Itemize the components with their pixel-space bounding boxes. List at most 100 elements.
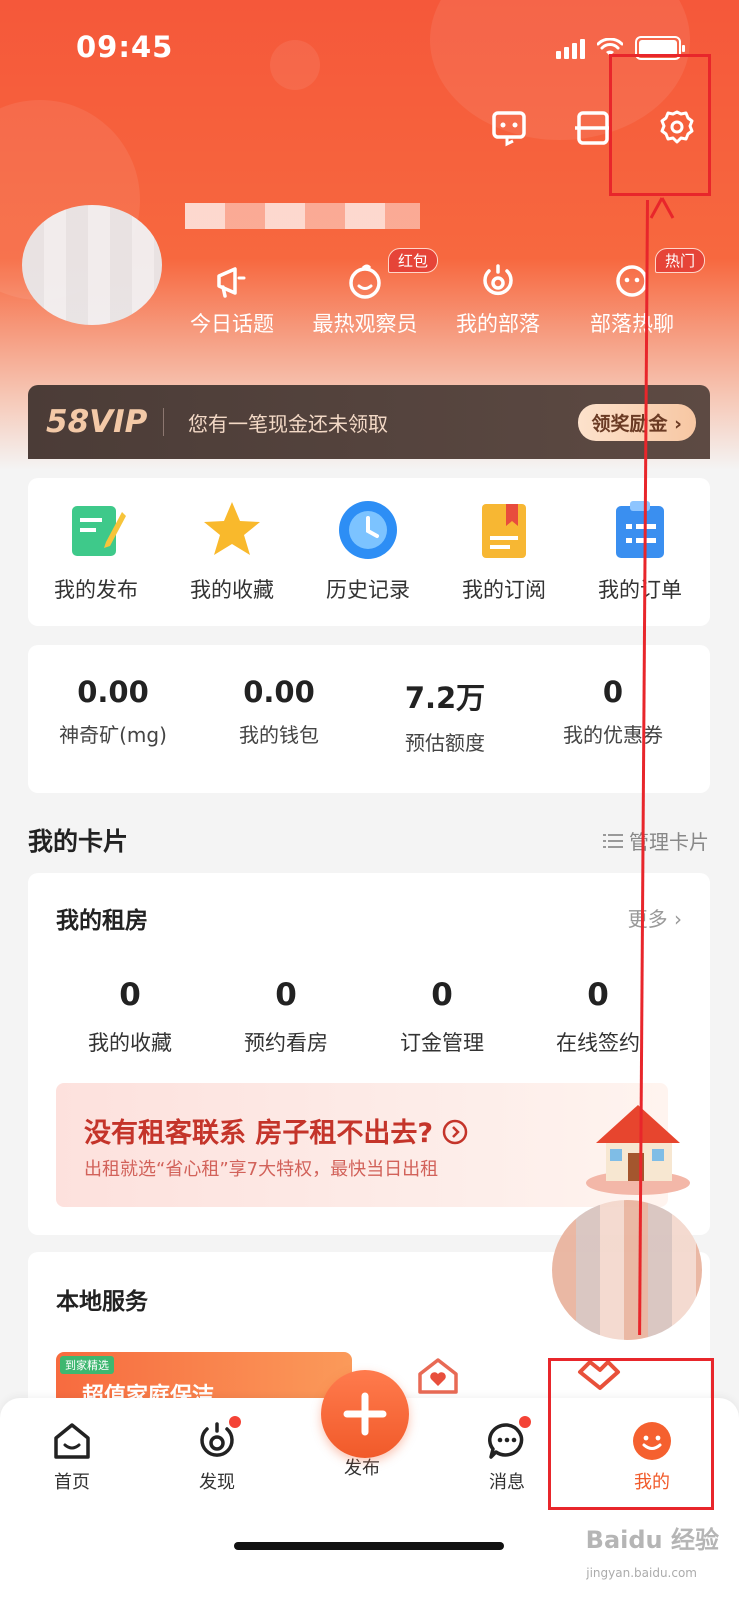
- hot-badge: 热门: [655, 248, 706, 273]
- rent-promo-banner[interactable]: 没有租客联系 房子租不出去? 出租就选“省心租”享7大特权，最快当日出租: [56, 1083, 690, 1207]
- stat-label: 神奇矿(mg): [59, 723, 167, 747]
- annotation-arrow-head: [649, 197, 675, 219]
- status-time: 09:45: [76, 30, 174, 64]
- menu-history[interactable]: 历史记录: [300, 498, 436, 604]
- signal-icon: [556, 37, 585, 59]
- tab-label: 发现: [199, 1472, 235, 1493]
- quick-link-label: 我的部落: [456, 312, 540, 336]
- menu-my-posts[interactable]: 我的发布: [28, 498, 164, 604]
- section-title: 我的卡片: [28, 827, 129, 856]
- arrow-circle-icon: [443, 1119, 468, 1145]
- home-icon: [54, 1423, 90, 1459]
- floating-promo[interactable]: [552, 1200, 702, 1340]
- stat-credit-limit[interactable]: 7.2万 预估额度: [360, 675, 530, 756]
- stat-value: 0: [119, 977, 141, 1013]
- decor-bubble: [270, 40, 320, 90]
- vip-message: 您有一笔现金还未领取: [188, 411, 388, 436]
- tribe-icon: [483, 264, 513, 296]
- avatar[interactable]: [22, 205, 162, 325]
- rent-stat-sign[interactable]: 0 在线签约: [523, 977, 673, 1057]
- vip-banner[interactable]: 58VIP 您有一笔现金还未领取 领奖励金 ›: [28, 385, 710, 459]
- shortcut-menu: 我的发布 我的收藏 历史记录 我的订阅 我的订单: [28, 478, 710, 626]
- quick-link-label: 部落热聊: [590, 312, 674, 336]
- stat-label: 我的收藏: [88, 1031, 172, 1055]
- stat-magic-ore[interactable]: 0.00 神奇矿(mg): [28, 675, 198, 748]
- notification-dot: [519, 1416, 531, 1428]
- local-services-title: 本地服务: [56, 1289, 148, 1315]
- quick-link-my-tribe[interactable]: 我的部落: [438, 262, 558, 338]
- tab-label: 首页: [54, 1472, 90, 1493]
- plus-icon: [343, 1392, 387, 1436]
- tab-label: 消息: [489, 1472, 525, 1493]
- claim-reward-button[interactable]: 领奖励金 ›: [577, 403, 696, 441]
- quick-link-hot-observer[interactable]: 最热观察员: [305, 262, 425, 338]
- menu-subscriptions[interactable]: 我的订阅: [436, 498, 572, 604]
- notification-dot: [229, 1416, 241, 1428]
- manage-cards-button[interactable]: 管理卡片: [603, 826, 709, 855]
- menu-label: 我的收藏: [190, 578, 274, 602]
- username[interactable]: [185, 203, 420, 229]
- watermark: Baidu 经验: [585, 1526, 719, 1554]
- heart-house-icon: [418, 1358, 458, 1394]
- tab-home[interactable]: 首页: [22, 1420, 122, 1494]
- megaphone-icon: [217, 267, 246, 298]
- stat-coupons[interactable]: 0 我的优惠券: [528, 675, 698, 748]
- stat-label: 我的优惠券: [563, 723, 663, 747]
- stat-label: 预估额度: [405, 731, 485, 755]
- stat-label: 在线签约: [556, 1031, 640, 1055]
- tab-discover[interactable]: 发现: [167, 1416, 267, 1494]
- stat-value: 7.2万: [404, 681, 486, 715]
- claim-reward-label: 领奖励金: [591, 412, 668, 435]
- stat-value: 0.00: [243, 675, 315, 709]
- rent-stat-deposit[interactable]: 0 订金管理: [367, 977, 517, 1057]
- watermark-url: jingyan.baidu.com: [586, 1566, 697, 1580]
- stat-value: 0: [587, 977, 609, 1013]
- quick-link-label: 最热观察员: [312, 312, 418, 336]
- clipboard-icon: [608, 498, 672, 562]
- menu-label: 历史记录: [326, 578, 410, 602]
- tab-messages[interactable]: 消息: [457, 1416, 557, 1494]
- more-link[interactable]: 更多 ›: [628, 903, 682, 932]
- smile-bubble-icon: [349, 264, 381, 299]
- menu-label: 我的订阅: [462, 578, 546, 602]
- rent-stat-viewing[interactable]: 0 预约看房: [211, 977, 361, 1057]
- stat-value: 0.00: [77, 675, 149, 709]
- notebook-pen-icon: [64, 498, 128, 562]
- red-packet-badge: 红包: [388, 248, 439, 273]
- service-tag: 到家精选: [60, 1356, 114, 1374]
- menu-label: 我的订单: [598, 578, 682, 602]
- annotation-box-profile-tab: [548, 1358, 714, 1510]
- asset-stats: 0.00 神奇矿(mg) 0.00 我的钱包 7.2万 预估额度 0 我的优惠券: [28, 645, 710, 793]
- stat-value: 0: [602, 675, 624, 709]
- annotation-box-settings: [609, 54, 711, 196]
- menu-orders[interactable]: 我的订单: [572, 498, 708, 604]
- rent-stat-favorites[interactable]: 0 我的收藏: [55, 977, 205, 1057]
- menu-label: 我的发布: [54, 578, 138, 602]
- promo-title-text: 没有租客联系 房子租不出去?: [84, 1118, 434, 1149]
- quick-link-tribe-chat[interactable]: 部落热聊: [572, 262, 692, 338]
- quick-link-today-topic[interactable]: 今日话题: [172, 262, 292, 338]
- bookmark-book-icon: [472, 498, 536, 562]
- stat-value: 0: [431, 977, 453, 1013]
- rent-card: 我的租房 更多 › 0 我的收藏 0 预约看房 0 订金管理 0 在线签约 没有…: [28, 873, 710, 1235]
- stat-label: 我的钱包: [239, 723, 319, 747]
- customer-service-icon[interactable]: [491, 108, 527, 148]
- stat-label: 预约看房: [244, 1031, 328, 1055]
- more-label: 更多: [627, 907, 668, 931]
- home-indicator: [234, 1542, 504, 1550]
- rent-card-title: 我的租房: [56, 908, 148, 934]
- menu-my-favorites[interactable]: 我的收藏: [164, 498, 300, 604]
- publish-button[interactable]: [321, 1370, 409, 1458]
- quick-link-label: 今日话题: [190, 312, 274, 336]
- promo-subtitle: 出租就选“省心租”享7大特权，最快当日出租: [84, 1159, 439, 1180]
- vip-logo: 58VIP: [46, 404, 148, 440]
- promo-title: 没有租客联系 房子租不出去?: [84, 1111, 468, 1150]
- house-icon: [586, 1105, 690, 1195]
- list-icon: [603, 833, 623, 848]
- stat-value: 0: [275, 977, 297, 1013]
- stat-label: 订金管理: [400, 1031, 484, 1055]
- star-icon: [200, 498, 264, 562]
- scan-icon[interactable]: [575, 108, 611, 148]
- stat-wallet[interactable]: 0.00 我的钱包: [194, 675, 364, 748]
- clock-icon: [336, 498, 400, 562]
